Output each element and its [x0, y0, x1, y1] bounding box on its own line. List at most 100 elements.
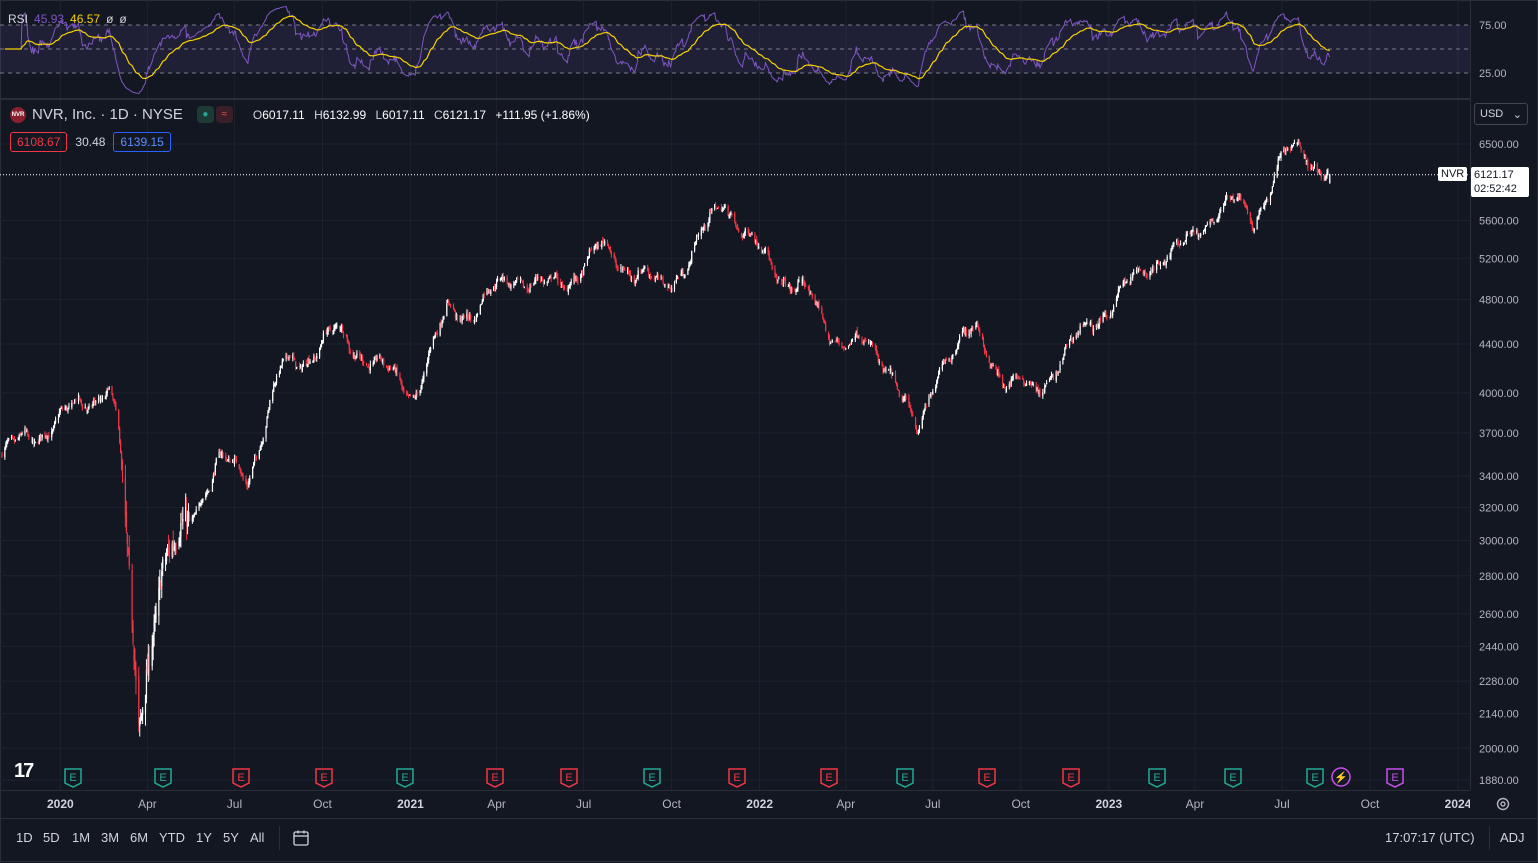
range-button-1y[interactable]: 1Y: [196, 830, 212, 845]
event-marker-beat[interactable]: E: [64, 768, 82, 788]
event-marker-miss[interactable]: E: [315, 768, 333, 788]
candle: [436, 330, 438, 338]
event-marker-miss[interactable]: E: [728, 768, 746, 788]
candle: [892, 372, 894, 376]
event-marker-miss[interactable]: E: [978, 768, 996, 788]
candle: [738, 227, 740, 233]
candle: [145, 659, 148, 704]
range-button-all[interactable]: All: [250, 830, 264, 845]
candle: [517, 275, 519, 281]
bar-countdown: 02:52:42: [1474, 183, 1517, 195]
adj-toggle[interactable]: ADJ: [1500, 830, 1525, 845]
candle: [302, 360, 304, 367]
currency-select[interactable]: USD ⌄: [1474, 103, 1528, 125]
bid-price[interactable]: 6108.67: [10, 132, 68, 152]
candle: [527, 287, 529, 293]
price-tick-label: 4400.00: [1479, 339, 1519, 351]
candle: [111, 385, 113, 396]
clock-time[interactable]: 17:07:17 (UTC): [1385, 830, 1475, 845]
main-price-pane[interactable]: E E E E E E E E E E E E E E E E ⚡ E: [0, 100, 1470, 790]
candle: [396, 364, 398, 377]
range-button-1m[interactable]: 1M: [72, 830, 90, 845]
range-button-5y[interactable]: 5Y: [223, 830, 239, 845]
event-marker-miss[interactable]: E: [1062, 768, 1080, 788]
event-marker-beat[interactable]: E: [1306, 768, 1324, 788]
candle: [265, 425, 267, 442]
event-marker-miss[interactable]: E: [820, 768, 838, 788]
ask-price[interactable]: 6139.15: [113, 132, 171, 152]
event-marker-beat[interactable]: E: [1224, 768, 1242, 788]
rsi-pane[interactable]: [0, 0, 1470, 98]
candle: [1117, 285, 1119, 298]
range-button-3m[interactable]: 3M: [101, 830, 119, 845]
candle: [905, 394, 907, 401]
candle: [1240, 193, 1242, 201]
open-value: 6017.11: [262, 107, 305, 122]
event-marker-beat[interactable]: E: [1148, 768, 1166, 788]
event-marker-beat[interactable]: E: [896, 768, 914, 788]
candle: [1273, 172, 1275, 184]
market-status[interactable]: ● ≈: [196, 106, 233, 123]
price-chart: E E E E E E E E E E E E E E E E ⚡ E: [0, 100, 1470, 790]
candle: [597, 241, 599, 250]
candle: [624, 266, 626, 271]
rsi-legend[interactable]: RSI 45.93 46.57 ø ø: [8, 12, 127, 26]
candle: [1045, 384, 1047, 388]
event-marker-split[interactable]: ⚡: [1331, 767, 1351, 787]
candle: [1229, 195, 1231, 203]
candle: [240, 468, 242, 477]
candle: [1012, 373, 1014, 381]
candle: [848, 345, 850, 350]
candle: [1072, 336, 1075, 344]
candle: [1163, 259, 1165, 266]
event-marker-miss[interactable]: E: [232, 768, 250, 788]
candle: [423, 371, 425, 383]
candle: [321, 340, 324, 345]
candle: [1305, 154, 1307, 166]
rsi-extra-1: ø: [106, 12, 114, 26]
candle: [1091, 319, 1093, 326]
symbol-legend[interactable]: NVR NVR, Inc. · 1D · NYSE ● ≈ O6017.11 H…: [10, 106, 596, 123]
time-axis[interactable]: 2020 Apr Jul Oct 2021 Apr Jul Oct 2022 Apr Jul Oct 2…: [0, 790, 1472, 819]
candle: [634, 280, 636, 287]
candle: [623, 265, 625, 271]
price-tick-label: 2600.00: [1479, 609, 1519, 621]
range-button-6m[interactable]: 6M: [130, 830, 148, 845]
event-marker-beat[interactable]: E: [154, 768, 172, 788]
candle: [791, 286, 793, 294]
candle: [182, 506, 184, 530]
gear-icon[interactable]: [1494, 795, 1512, 813]
candle: [695, 234, 698, 245]
candle: [736, 225, 738, 230]
range-button-ytd[interactable]: YTD: [159, 830, 185, 845]
event-marker-miss[interactable]: E: [560, 768, 578, 788]
event-marker-upcoming[interactable]: E: [1386, 768, 1404, 788]
candle: [731, 213, 733, 218]
candle: [346, 334, 348, 344]
candle: [811, 292, 813, 300]
svg-text:E: E: [648, 772, 655, 784]
candle: [1046, 380, 1048, 385]
candle: [215, 457, 217, 466]
candle: [86, 409, 88, 415]
event-marker-beat[interactable]: E: [643, 768, 661, 788]
candle: [751, 231, 753, 236]
candle: [341, 324, 344, 333]
range-button-5d[interactable]: 5D: [43, 830, 60, 845]
candle: [1293, 139, 1296, 144]
calendar-icon[interactable]: [292, 829, 310, 847]
candle: [154, 605, 156, 632]
candle: [180, 512, 182, 548]
symbol-title[interactable]: NVR, Inc. · 1D · NYSE: [32, 106, 183, 123]
candle: [108, 386, 110, 391]
range-button-1d[interactable]: 1D: [16, 830, 33, 845]
candle: [1290, 144, 1293, 151]
candle: [601, 240, 603, 250]
candle: [760, 246, 763, 254]
svg-text:E: E: [159, 772, 166, 784]
event-marker-miss[interactable]: E: [486, 768, 504, 788]
candle: [144, 694, 147, 726]
candle: [1226, 194, 1229, 200]
candle: [119, 426, 121, 445]
tradingview-logo[interactable]: 17: [14, 760, 34, 783]
